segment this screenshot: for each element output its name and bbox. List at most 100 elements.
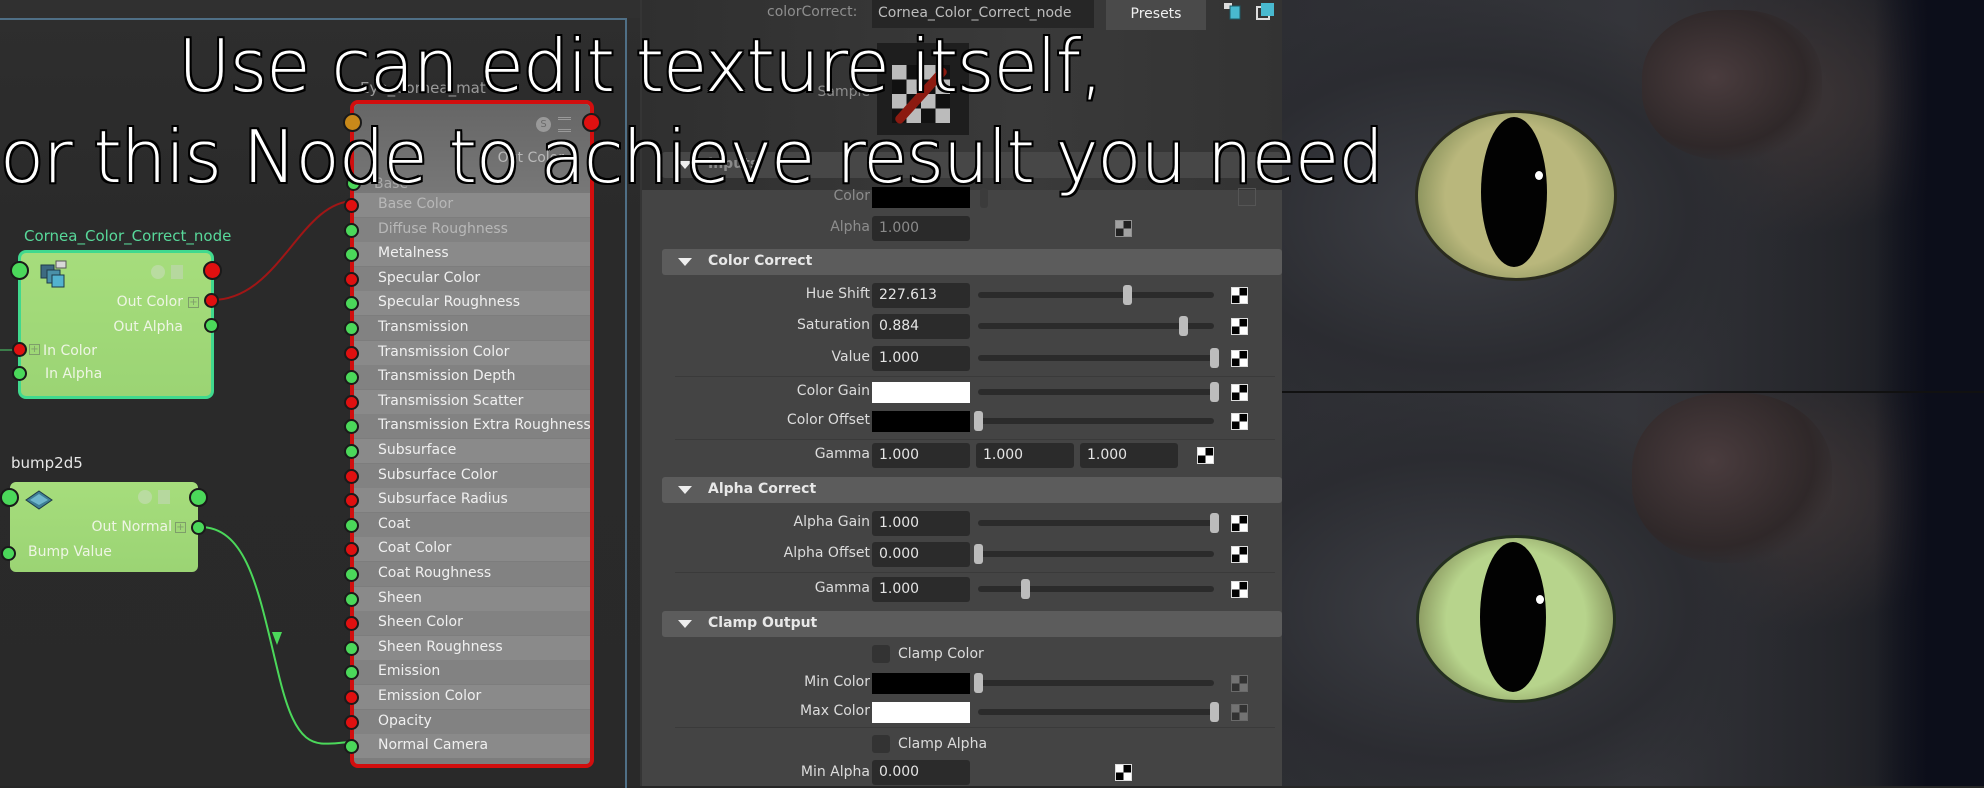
min-color-map-icon[interactable] [1231,675,1248,692]
max-color-swatch[interactable] [872,702,970,723]
color-offset-slider-thumb[interactable] [974,411,983,431]
material-input-port[interactable] [344,591,359,607]
material-input-port[interactable] [344,640,359,656]
alpha-gain-map-icon[interactable] [1231,515,1248,532]
material-input-port[interactable] [344,665,359,681]
material-input-port[interactable] [344,271,359,287]
value-map-icon[interactable] [1231,350,1248,367]
bump-node-output-port[interactable] [189,488,208,507]
bump-node[interactable]: Out Normal + Bump Value [8,480,200,574]
alpha-offset-slider-thumb[interactable] [974,544,983,564]
material-input-port[interactable] [344,493,359,509]
hue-shift-field[interactable]: 227.613 [872,283,970,308]
min-alpha-map-icon[interactable] [1115,764,1132,781]
material-node[interactable]: S Out Color Base Base Color Diffuse Rough… [344,100,594,768]
min-color-slider-thumb[interactable] [974,673,983,693]
min-color-swatch[interactable] [872,673,970,694]
saturation-slider[interactable] [978,316,1214,336]
material-input-port[interactable] [344,345,359,361]
material-input-port[interactable] [344,542,359,558]
alpha-field[interactable]: 1.000 [872,216,970,241]
focus-node-icon[interactable] [1223,2,1241,20]
min-color-slider[interactable] [974,673,1214,693]
min-alpha-field[interactable]: 0.000 [872,760,970,785]
expand-in-color-icon[interactable]: + [29,344,40,355]
clamp-color-checkbox[interactable] [872,645,890,663]
hue-shift-map-icon[interactable] [1231,287,1248,304]
port-out-alpha[interactable] [204,318,219,333]
gamma-map-icon[interactable] [1197,447,1214,464]
material-input-port[interactable] [344,370,359,386]
section-alpha-correct[interactable]: Alpha Correct [662,477,1282,503]
value-field[interactable]: 1.000 [872,346,970,371]
port-out-normal[interactable] [191,520,206,535]
saturation-slider-thumb[interactable] [1179,316,1189,336]
max-color-slider[interactable] [978,702,1219,722]
node-swatch-toggle-icon[interactable] [138,490,152,504]
gamma-r-field[interactable]: 1.000 [872,443,970,468]
alpha-gamma-slider-thumb[interactable] [1021,579,1031,599]
clamp-alpha-label: Clamp Alpha [898,736,988,752]
expand-out-color-icon[interactable]: + [188,297,199,308]
clamp-alpha-checkbox[interactable] [872,735,890,753]
hue-shift-slider[interactable] [978,285,1214,305]
alpha-gamma-map-icon[interactable] [1231,581,1248,598]
port-in-alpha[interactable] [12,366,27,381]
section-clamp-output[interactable]: Clamp Output [662,611,1282,637]
alpha-gain-slider-thumb[interactable] [1210,513,1219,533]
color-gain-slider[interactable] [978,382,1219,402]
alpha-gamma-field[interactable]: 1.000 [872,577,970,602]
material-input-port[interactable] [344,198,359,213]
node-attribute-toggle-icon[interactable] [158,490,170,504]
max-color-slider-thumb[interactable] [1210,702,1219,722]
node-attribute-toggle-icon[interactable] [171,265,183,279]
color-gain-swatch[interactable] [872,382,970,403]
material-input-port[interactable] [344,616,359,632]
color-correct-node-output-port[interactable] [203,261,222,280]
alpha-gain-slider[interactable] [978,513,1219,533]
value-slider-thumb[interactable] [1210,348,1219,368]
port-out-color[interactable] [204,293,219,308]
material-input-port[interactable] [344,419,359,435]
saturation-field[interactable]: 0.884 [872,314,970,339]
copy-tab-icon[interactable] [1256,2,1276,20]
alpha-gain-field[interactable]: 1.000 [872,511,970,536]
color-correct-node[interactable]: Out Color + Out Alpha + In Color In Alph… [18,250,214,399]
material-input-port[interactable] [344,739,359,755]
alpha-offset-map-icon[interactable] [1231,546,1248,563]
material-input-port[interactable] [344,247,359,263]
color-correct-node-input-port[interactable] [10,261,29,280]
alpha-gamma-slider[interactable] [978,579,1214,599]
material-input-port[interactable] [344,714,359,730]
color-gain-map-icon[interactable] [1231,384,1248,401]
expand-out-normal-icon[interactable]: + [175,522,186,533]
material-input-port[interactable] [344,567,359,582]
color-offset-map-icon[interactable] [1231,413,1248,430]
alpha-offset-field[interactable]: 0.000 [872,542,970,567]
section-color-correct[interactable]: Color Correct [662,249,1282,275]
value-slider[interactable] [978,348,1219,368]
port-in-color[interactable] [12,342,27,357]
color-gain-slider-thumb[interactable] [1210,382,1219,402]
material-input-port[interactable] [344,690,359,705]
material-input-port[interactable] [344,468,359,484]
material-input-port[interactable] [344,296,359,312]
node-swatch-toggle-icon[interactable] [151,265,165,279]
material-input-port[interactable] [344,394,359,410]
material-input-port[interactable] [344,321,359,336]
max-color-map-icon[interactable] [1231,704,1248,721]
material-input-port[interactable] [344,444,359,459]
color-offset-swatch[interactable] [872,411,970,432]
alpha-map-icon[interactable] [1115,220,1132,237]
material-input-port[interactable] [344,222,359,238]
gamma-b-field[interactable]: 1.000 [1080,443,1178,468]
port-bump-value[interactable] [1,546,16,561]
bump-node-input-port[interactable] [0,488,19,507]
color-offset-slider[interactable] [974,411,1214,431]
material-port-label: Coat Roughness [378,565,492,581]
alpha-offset-slider[interactable] [974,544,1214,564]
material-input-port[interactable] [344,517,359,533]
saturation-map-icon[interactable] [1231,318,1248,335]
hue-shift-slider-thumb[interactable] [1122,285,1132,305]
gamma-g-field[interactable]: 1.000 [976,443,1074,468]
